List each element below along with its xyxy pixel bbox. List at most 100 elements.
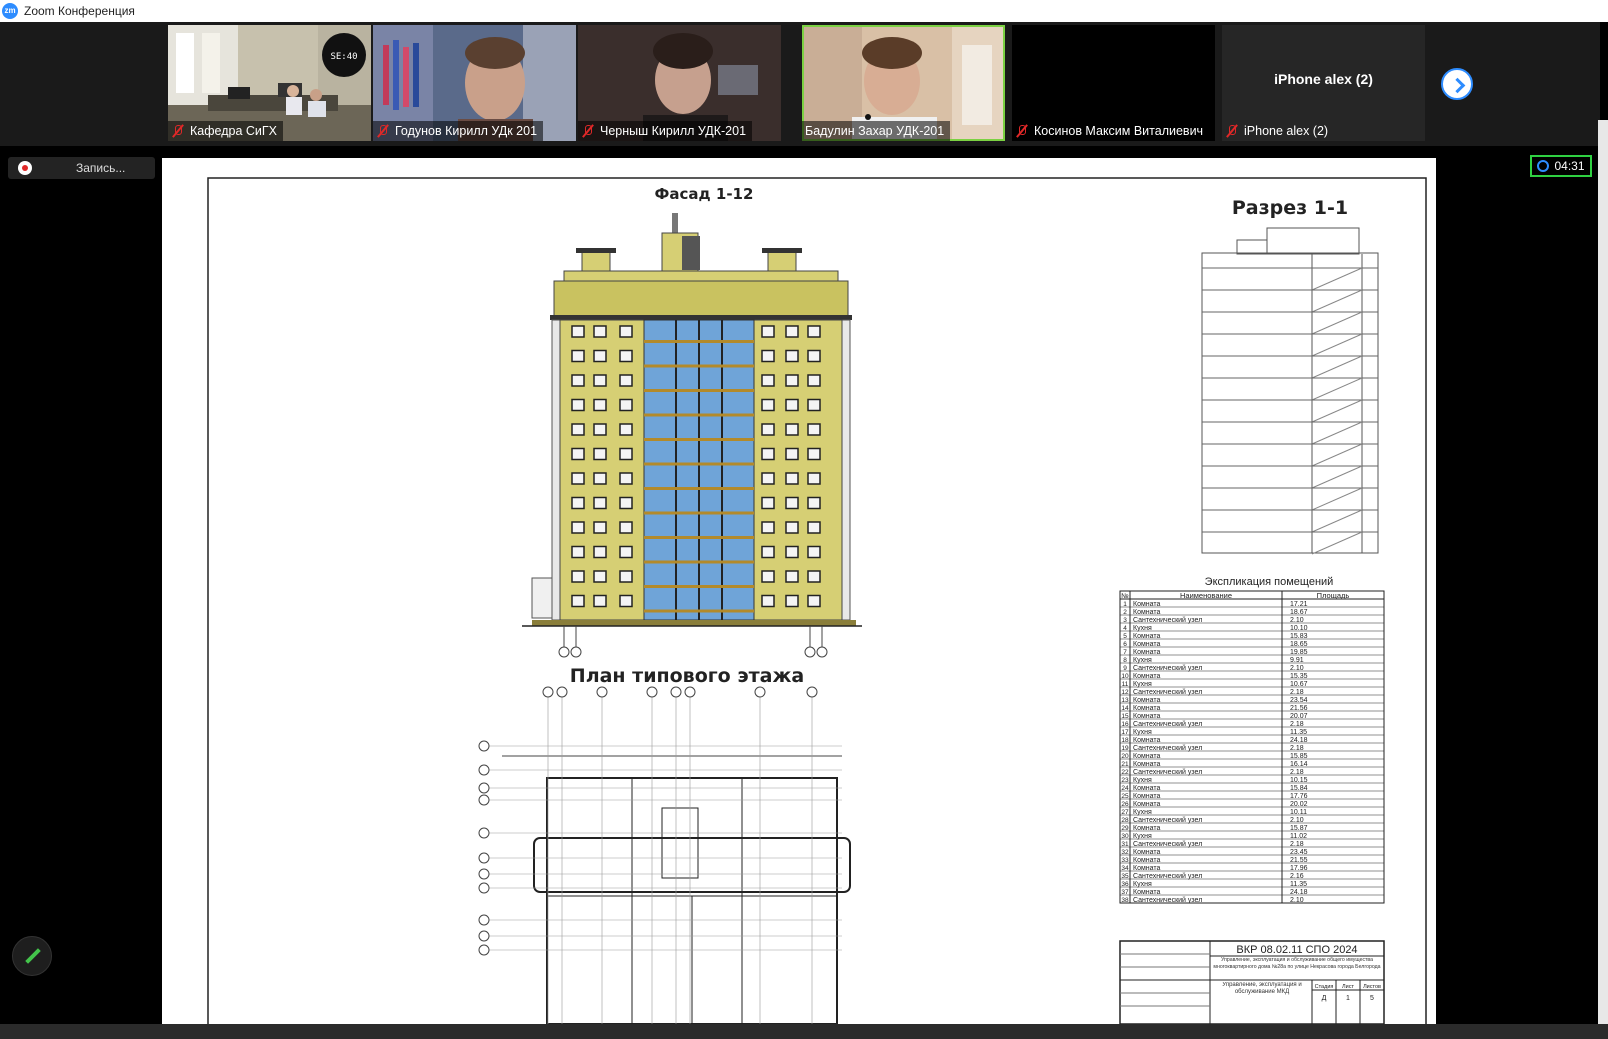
table-cell-name: Кухня — [1133, 681, 1152, 688]
facade-window — [807, 374, 821, 387]
facade-balcony — [644, 487, 754, 490]
section-stair — [1311, 289, 1363, 313]
table-cell-area: 20.07 — [1290, 713, 1308, 720]
table-cell-num: 21 — [1121, 761, 1129, 768]
table-cell-num: 27 — [1121, 809, 1129, 816]
facade-window — [619, 594, 633, 608]
facade-window — [571, 325, 585, 338]
table-cell-num: 28 — [1121, 817, 1129, 824]
mic-muted-icon — [1225, 124, 1239, 138]
table-cell-area: 2.18 — [1290, 689, 1304, 696]
table-cell-num: 9 — [1123, 665, 1127, 672]
participant-tile-2[interactable]: Годунов Кирилл УДк 201 — [373, 25, 576, 141]
table-cell-num: 8 — [1123, 657, 1127, 664]
plan-axis-marker — [478, 882, 490, 894]
facade-window — [593, 521, 607, 534]
table-cell-num: 19 — [1121, 745, 1129, 752]
facade-window — [761, 398, 775, 412]
facade-window — [571, 349, 585, 363]
table-cell-area: 2.10 — [1290, 897, 1304, 904]
plan-axis-marker — [542, 686, 554, 698]
facade-window — [807, 521, 821, 534]
table-cell-num: 7 — [1123, 649, 1127, 656]
table-cell-area: 2.18 — [1290, 721, 1304, 728]
facade-window — [785, 570, 799, 583]
table-cell-num: 30 — [1121, 833, 1129, 840]
recording-indicator[interactable]: Запись... — [8, 157, 155, 179]
participant-tile-5[interactable]: Косинов Максим Виталиевич — [1012, 25, 1215, 141]
window-title: Zoom Конференция — [24, 4, 135, 18]
plan-axis-marker — [684, 686, 696, 698]
meeting-timer[interactable]: 04:31 — [1530, 155, 1592, 177]
participant-tile-6[interactable]: iPhone alex (2) iPhone alex (2) — [1222, 25, 1425, 141]
table-cell-name: Сантехнический узел — [1133, 768, 1202, 776]
table-cell-area: 10.67 — [1290, 681, 1308, 688]
facade-balcony — [644, 585, 754, 588]
plan-axis-marker — [478, 930, 490, 942]
table-cell-area: 2.10 — [1290, 617, 1304, 624]
participant-nameplate-3: Черныш Кирилл УДК-201 — [578, 121, 753, 141]
table-cell-name: Комната — [1133, 857, 1161, 864]
participant-nameplate-4: Бадулин Захар УДК-201 — [802, 121, 951, 141]
table-cell-num: 26 — [1121, 801, 1129, 808]
next-page-chevron-icon[interactable] — [1441, 68, 1473, 100]
plan-axis-marker — [478, 794, 490, 806]
table-cell-num: 13 — [1121, 697, 1129, 704]
facade-window — [785, 423, 799, 436]
table-cell-name: Комната — [1133, 697, 1161, 704]
facade-window — [761, 521, 775, 534]
table-cell-name: Комната — [1133, 609, 1161, 616]
table-cell-name: Комната — [1133, 865, 1161, 872]
table-cell-num: 12 — [1121, 689, 1129, 696]
table-cell-name: Комната — [1133, 753, 1161, 760]
table-cell-area: 15.85 — [1290, 753, 1308, 760]
drawing-sheet: Фасад 1-12 Разрез 1-1 План типового этаж… — [207, 177, 1427, 1024]
facade-window — [593, 423, 607, 436]
plan-axis-marker — [670, 686, 682, 698]
table-cell-area: 17.21 — [1290, 601, 1308, 608]
clock-overlay: SE:40 — [330, 52, 357, 62]
table-cell-name: Кухня — [1133, 809, 1152, 816]
participant-tile-1[interactable]: SE:40 Кафедра СиГХ — [168, 25, 371, 141]
table-cell-area: 20.02 — [1290, 801, 1308, 808]
stamp-description-box: Управление, эксплуатация и обслуживание … — [1213, 957, 1380, 970]
participant-tile-3[interactable]: Черныш Кирилл УДК-201 — [578, 25, 781, 141]
participant-name-4: Бадулин Захар УДК-201 — [805, 124, 945, 138]
vertical-scrollbar[interactable] — [1598, 120, 1608, 1039]
facade-window — [807, 447, 821, 461]
table-cell-area: 18.67 — [1290, 609, 1308, 616]
table-cell-num: 20 — [1121, 753, 1129, 760]
stamp-col-sheet: Лист — [1342, 984, 1354, 990]
section-stair — [1311, 333, 1363, 357]
section-title: Разрез 1-1 — [1232, 197, 1348, 219]
table-cell-name: Кухня — [1133, 657, 1152, 664]
table-cell-area: 15.87 — [1290, 825, 1308, 832]
title-block: ВКР 08.02.11 СПО 2024 Управление, эксплу… — [1119, 940, 1385, 1024]
table-cell-area: 2.18 — [1290, 769, 1304, 776]
participant-name-3: Черныш Кирилл УДК-201 — [600, 124, 747, 138]
facade-window — [593, 398, 607, 412]
plan-axis-marker — [478, 740, 490, 752]
section-drawing — [1201, 227, 1379, 554]
table-cell-num: 11 — [1122, 681, 1129, 688]
annotate-pencil-icon[interactable] — [12, 936, 52, 976]
table-cell-name: Кухня — [1133, 729, 1152, 736]
plan-title: План типового этажа — [570, 665, 804, 687]
facade-window — [785, 521, 799, 534]
facade-window — [619, 325, 633, 338]
participant-tile-4[interactable]: Бадулин Захар УДК-201 — [802, 25, 1005, 141]
section-stair — [1311, 399, 1363, 423]
table-cell-num: 35 — [1121, 873, 1129, 880]
table-cell-num: 23 — [1121, 777, 1129, 784]
table-cell-area: 2.16 — [1290, 873, 1304, 880]
facade-window — [593, 545, 607, 559]
plan-axis-marker — [596, 686, 608, 698]
table-cell-num: 32 — [1121, 849, 1129, 856]
section-stair — [1311, 465, 1363, 489]
facade-window — [619, 349, 633, 363]
table-cell-num: 18 — [1121, 737, 1129, 744]
facade-window — [571, 570, 585, 583]
participant-name-2: Годунов Кирилл УДк 201 — [395, 124, 538, 138]
zoom-logo-icon: zm — [2, 3, 18, 19]
facade-window — [619, 398, 633, 412]
